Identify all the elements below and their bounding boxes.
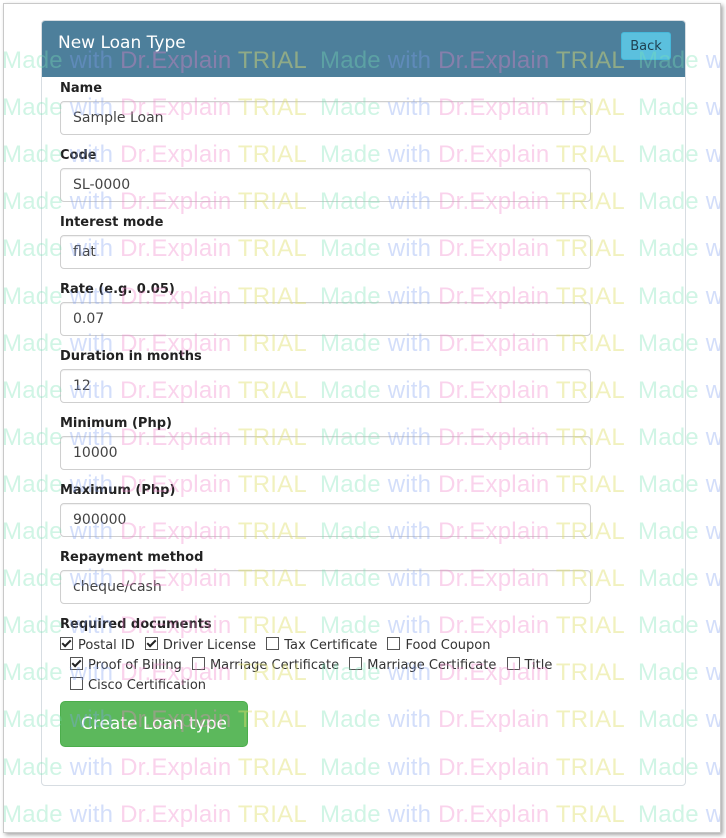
watermark-text: Made with Dr.Explain TRIAL xyxy=(638,800,720,828)
rate-field-group: Rate (e.g. 0.05) 0.07 xyxy=(60,280,591,347)
watermark-row: Made with Dr.Explain TRIAL Made with Dr.E… xyxy=(4,801,720,829)
food-coupon-checkbox[interactable] xyxy=(387,637,401,650)
interest-mode-input[interactable]: flat xyxy=(60,235,591,269)
proof-of-billing-label: Proof of Billing xyxy=(88,658,182,673)
documents-row: Postal ID Driver License Tax Certificate… xyxy=(60,637,591,657)
minimum-label: Minimum (Php) xyxy=(60,416,172,431)
duration-input[interactable]: 12 xyxy=(60,369,591,403)
code-input[interactable]: SL-0000 xyxy=(60,168,591,202)
marriage-certificate-checkbox[interactable] xyxy=(191,657,205,670)
food-coupon-label: Food Coupon xyxy=(405,638,491,653)
back-button[interactable]: Back xyxy=(621,32,671,60)
cisco-certification-label: Cisco Certification xyxy=(88,678,207,693)
name-label: Name xyxy=(60,81,103,96)
postal-id-checkbox[interactable] xyxy=(60,637,73,650)
create-loan-type-button[interactable]: Create Loan type xyxy=(60,701,248,747)
repayment-field-group: Repayment method cheque/cash xyxy=(60,548,591,615)
doc-tax-certificate[interactable]: Tax Certificate xyxy=(266,637,377,653)
doc-driver-license[interactable]: Driver License xyxy=(144,637,257,653)
doc-title[interactable]: Title xyxy=(506,657,553,673)
doc-postal-id[interactable]: Postal ID xyxy=(60,637,135,653)
driver-license-checkbox[interactable] xyxy=(144,637,158,650)
interest-mode-label: Interest mode xyxy=(60,215,164,230)
doc-cisco-certification[interactable]: Cisco Certification xyxy=(70,677,206,693)
app-window: New Loan Type Back Name Sample Loan Code… xyxy=(3,3,721,833)
required-documents-label: Required documents xyxy=(60,617,212,632)
title-label: Title xyxy=(524,658,553,673)
tax-certificate-checkbox[interactable] xyxy=(266,637,280,650)
interest-field-group: Interest mode flat xyxy=(60,213,591,280)
loan-type-form: Name Sample Loan Code SL-0000 Interest m… xyxy=(60,79,591,747)
code-label: Code xyxy=(60,148,97,163)
marriage-certificate-2-checkbox[interactable] xyxy=(349,657,363,670)
maximum-label: Maximum (Php) xyxy=(60,483,176,498)
doc-food-coupon[interactable]: Food Coupon xyxy=(387,637,490,653)
documents-row: Proof of Billing Marriage Certificate Ma… xyxy=(60,657,591,677)
proof-of-billing-checkbox[interactable] xyxy=(70,657,83,670)
rate-label: Rate (e.g. 0.05) xyxy=(60,282,175,297)
page-title: New Loan Type xyxy=(58,33,186,53)
maximum-input[interactable]: 900000 xyxy=(60,503,591,537)
driver-license-label: Driver License xyxy=(162,638,257,653)
documents-row: Cisco Certification xyxy=(60,677,591,697)
watermark-text: Made with Dr.Explain TRIAL xyxy=(4,800,307,828)
rate-input[interactable]: 0.07 xyxy=(60,302,591,336)
duration-field-group: Duration in months 12 xyxy=(60,347,591,414)
postal-id-label: Postal ID xyxy=(78,638,135,653)
cisco-certification-checkbox[interactable] xyxy=(70,677,83,690)
duration-label: Duration in months xyxy=(60,349,202,364)
minimum-input[interactable]: 10000 xyxy=(60,436,591,470)
name-input[interactable]: Sample Loan xyxy=(60,101,591,135)
marriage-certificate-label: Marriage Certificate xyxy=(209,658,340,673)
title-checkbox[interactable] xyxy=(506,657,520,670)
watermark-text: Made with Dr.Explain TRIAL xyxy=(320,800,625,828)
doc-marriage-certificate-2[interactable]: Marriage Certificate xyxy=(349,657,496,673)
name-field-group: Name Sample Loan xyxy=(60,79,591,146)
maximum-field-group: Maximum (Php) 900000 xyxy=(60,481,591,548)
code-field-group: Code SL-0000 xyxy=(60,146,591,213)
tax-certificate-label: Tax Certificate xyxy=(284,638,378,653)
doc-marriage-certificate[interactable]: Marriage Certificate xyxy=(191,657,340,673)
minimum-field-group: Minimum (Php) 10000 xyxy=(60,414,591,481)
repayment-label: Repayment method xyxy=(60,550,204,565)
repayment-input[interactable]: cheque/cash xyxy=(60,570,591,604)
panel-header: New Loan Type Back xyxy=(42,21,685,77)
marriage-certificate-2-label: Marriage Certificate xyxy=(367,658,497,673)
doc-proof-of-billing[interactable]: Proof of Billing xyxy=(70,657,182,673)
